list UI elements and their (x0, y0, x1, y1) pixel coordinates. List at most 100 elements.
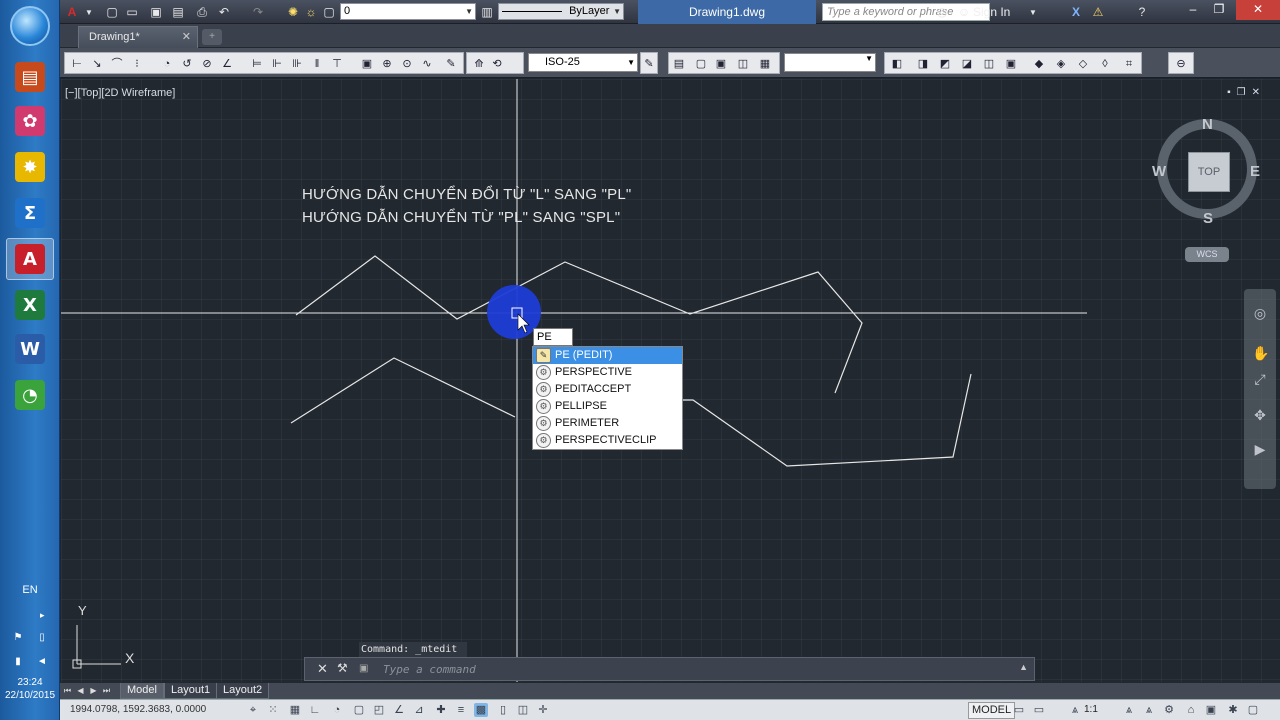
tab-layout1[interactable]: Layout1 (164, 683, 218, 699)
am-icon[interactable]: ✛ (536, 703, 550, 717)
battery-icon[interactable]: ▯ (36, 632, 48, 644)
otrack-icon[interactable]: ∠ (392, 703, 406, 717)
undo-icon[interactable]: ↶ (216, 3, 232, 21)
sun-icon[interactable]: ☼ (304, 3, 318, 21)
left-view-icon[interactable]: ◪ (959, 56, 975, 72)
user-icon[interactable]: ☺ (956, 3, 972, 21)
display-icon[interactable]: ▣ (713, 56, 729, 72)
autocomplete-item[interactable]: ⚙ PELLIPSE (533, 398, 682, 415)
center-mark-icon[interactable]: ⊕ (379, 56, 395, 72)
taskbar-sigma-app-button[interactable]: Σ (6, 192, 54, 234)
annotation-scale[interactable]: 1:1 (1084, 704, 1098, 715)
wrench-icon[interactable]: ⚒ (337, 661, 348, 675)
continue-icon[interactable]: ⊪ (289, 56, 305, 72)
first-tab-icon[interactable]: ⏮ (62, 685, 73, 697)
right-view-icon[interactable]: ◫ (981, 56, 997, 72)
break-icon[interactable]: ⊤ (329, 56, 345, 72)
save-as-icon[interactable]: ▤ (170, 3, 186, 21)
sign-in-link[interactable]: Sign In (973, 5, 1010, 19)
prev-tab-icon[interactable]: ◀ (75, 685, 86, 697)
quick-view-drawings-icon[interactable]: ▭ (1032, 703, 1046, 717)
dim-text-edit-icon[interactable]: ⟰ (471, 56, 487, 72)
open-icon[interactable]: ▭ (124, 3, 140, 21)
clip-icon[interactable]: ◫ (735, 56, 751, 72)
orbit-icon[interactable]: ✥ (1252, 407, 1268, 423)
diameter-icon[interactable]: ⊘ (199, 56, 215, 72)
lock-icon[interactable]: ⌂ (1184, 703, 1198, 717)
exchange-icon[interactable]: X (1068, 3, 1084, 21)
start-button[interactable] (10, 6, 50, 46)
lower-polyline-left[interactable] (290, 357, 516, 424)
layer-combo[interactable]: 0 ▼ (340, 3, 476, 20)
layer-lock-icon[interactable]: ▢ (322, 3, 336, 21)
camera-icon[interactable]: ⌗ (1121, 56, 1137, 72)
showmotion-icon[interactable]: ▶ (1252, 441, 1268, 457)
lwt-icon[interactable]: ≡ (454, 703, 468, 717)
tab-layout2[interactable]: Layout2 (216, 683, 270, 699)
autocomplete-item[interactable]: ⚙ PERIMETER (533, 415, 682, 432)
taskbar-word-button[interactable]: W (6, 328, 54, 370)
isolate-objects-icon[interactable]: ✱ (1226, 703, 1240, 717)
autocad-app-icon[interactable]: A (62, 3, 82, 21)
linetype-combo[interactable]: ByLayer ▼ (498, 3, 624, 20)
flag-icon[interactable]: ⚑ (12, 632, 24, 644)
close-icon[interactable]: ✕ (1236, 0, 1280, 20)
bottom-view-icon[interactable]: ◩ (937, 56, 953, 72)
se-iso-icon[interactable]: ◈ (1053, 56, 1069, 72)
maximize-icon[interactable]: ❐ (1206, 0, 1232, 20)
clock[interactable]: 23:24 22/10/2015 (0, 676, 60, 702)
layer-properties-icon[interactable]: ▥ (480, 3, 494, 21)
sc-icon[interactable]: ◫ (516, 703, 530, 717)
tolerance-icon[interactable]: ▣ (359, 56, 375, 72)
ortho-icon[interactable]: ∟ (308, 703, 322, 717)
command-input[interactable]: Type a command (383, 662, 983, 678)
sign-in-arrow-icon[interactable]: ▼ (1028, 3, 1038, 21)
dim-edit-icon[interactable]: ✎ (443, 56, 459, 72)
close-icon[interactable]: ✕ (182, 27, 191, 47)
scale-icon[interactable]: ▦ (757, 56, 773, 72)
3dosnap-icon[interactable]: ◰ (372, 703, 386, 717)
pan-icon[interactable]: ✋ (1252, 345, 1269, 361)
last-tab-icon[interactable]: ⏭ (101, 685, 112, 697)
volume-icon[interactable]: ◄ (36, 656, 48, 668)
stay-connected-icon[interactable]: ⚠ (1090, 3, 1106, 21)
taskbar-star-app-button[interactable]: ✸ (6, 146, 54, 188)
ordinate-icon[interactable]: ⁝ (129, 56, 145, 72)
named-view-icon[interactable]: ◧ (889, 56, 905, 72)
viewport-scale-combo[interactable]: ▼ (784, 53, 876, 72)
quick-dim-icon[interactable]: ⊨ (249, 56, 265, 72)
autocomplete-item[interactable]: ✎ PE (PEDIT) (533, 347, 682, 364)
model-space-toggle[interactable]: MODEL (968, 702, 1016, 719)
steering-wheel-icon[interactable]: ◎ (1252, 305, 1268, 321)
aligned-dim-icon[interactable]: ↘ (89, 56, 105, 72)
baseline-icon[interactable]: ⊩ (269, 56, 285, 72)
command-prompt-icon[interactable]: ▣ (359, 663, 368, 674)
autocomplete-item[interactable]: ⚙ PERSPECTIVE (533, 364, 682, 381)
redo-icon[interactable]: ↷ (250, 3, 266, 21)
viewport-icon[interactable]: ▢ (693, 56, 709, 72)
compass-east[interactable]: E (1250, 163, 1260, 180)
ducs-icon[interactable]: ⊿ (412, 703, 426, 717)
dimstyle-manager-icon[interactable]: ✎ (641, 56, 657, 72)
network-icon[interactable]: ▮ (12, 656, 24, 668)
jogged-icon[interactable]: ↺ (179, 56, 195, 72)
save-icon[interactable]: ▣ (148, 3, 164, 21)
grid-icon[interactable]: ▦ (288, 703, 302, 717)
angular-icon[interactable]: ∠ (219, 56, 235, 72)
compass-south[interactable]: S (1203, 210, 1213, 227)
print-icon[interactable]: ⎙ (194, 3, 210, 21)
compass-north[interactable]: N (1202, 116, 1213, 133)
drawing-text-note[interactable]: HƯỚNG DẪN CHUYỂN ĐỔI TỪ "L" SANG "PL" HƯ… (302, 183, 631, 229)
clean-screen-icon[interactable]: ▢ (1246, 703, 1260, 717)
qp-icon[interactable]: ▯ (496, 703, 510, 717)
new-tab-icon[interactable]: + (202, 29, 222, 45)
coordinate-readout[interactable]: 1994.0798, 1592.3683, 0.0000 (70, 704, 206, 715)
tab-drawing1[interactable]: Drawing1* ✕ (78, 26, 198, 48)
tray-expand-icon[interactable]: ▸ (40, 610, 45, 621)
space-icon[interactable]: ‖ (309, 56, 325, 72)
zoom-extents-icon[interactable]: ⤢ (1252, 371, 1268, 387)
minimize-icon[interactable]: – (1180, 0, 1206, 20)
workspace-gear-icon[interactable]: ⚙ (1162, 703, 1176, 717)
new-icon[interactable]: ▢ (104, 3, 120, 21)
wcs-menu[interactable]: WCS (1185, 247, 1229, 262)
